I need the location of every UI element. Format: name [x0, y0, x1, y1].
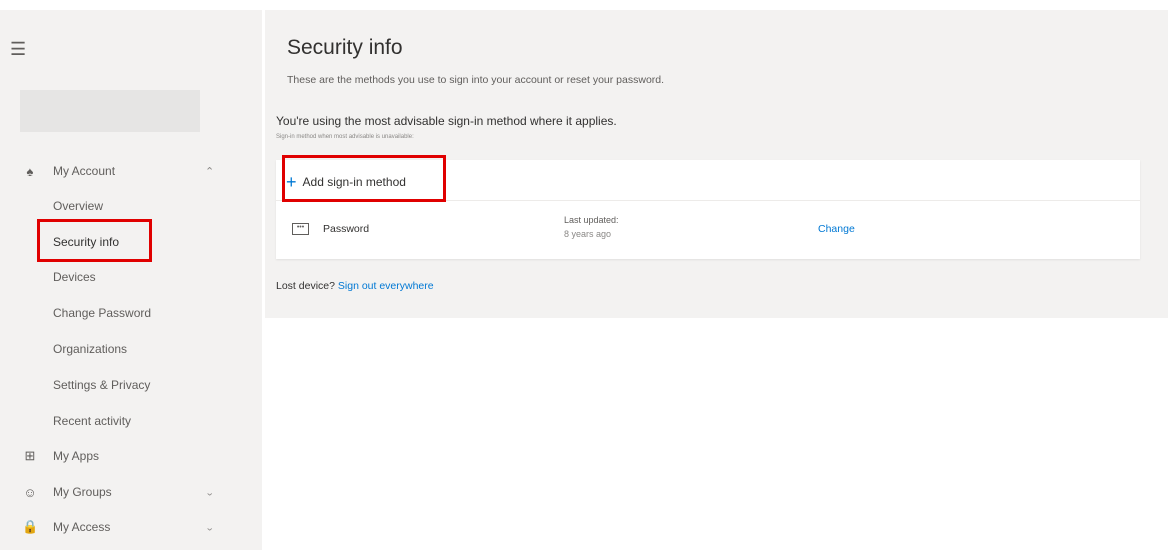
- sidebar: ☰ ♠ My Account ⌃ Overview Security info …: [0, 10, 262, 550]
- page-subtitle: These are the methods you use to sign in…: [287, 74, 665, 86]
- sidebar-item-label: My Account: [53, 164, 116, 178]
- chevron-down-icon[interactable]: ⌄: [205, 522, 214, 533]
- advisable-method-text: You're using the most advisable sign-in …: [276, 114, 617, 128]
- change-link[interactable]: Change: [818, 223, 855, 235]
- sidebar-item-my-access[interactable]: 🔒 My Access ⌄: [0, 513, 262, 541]
- groups-icon: ☺: [23, 484, 37, 500]
- password-icon: •••: [292, 223, 309, 235]
- sidebar-item-label: My Apps: [53, 449, 100, 463]
- person-icon: ♠: [26, 163, 34, 179]
- advisable-method-note: Sign-in method when most advisable is un…: [276, 134, 414, 140]
- sidebar-item-label: My Access: [53, 520, 111, 534]
- sidebar-item-label: Devices: [53, 270, 96, 284]
- sidebar-item-my-account[interactable]: ♠ My Account ⌃: [0, 157, 262, 185]
- apps-grid-icon: ⊞: [24, 448, 36, 463]
- lost-device-prefix: Lost device?: [276, 280, 335, 292]
- hamburger-icon[interactable]: ☰: [10, 40, 26, 58]
- chevron-up-icon[interactable]: ⌃: [205, 165, 214, 178]
- sidebar-item-label: Overview: [53, 199, 104, 213]
- chevron-down-icon[interactable]: ⌄: [205, 487, 214, 498]
- sidebar-item-label: Change Password: [53, 306, 152, 320]
- last-updated-label: Last updated:: [564, 215, 619, 225]
- sidebar-item-devices[interactable]: Devices: [0, 263, 262, 291]
- sidebar-item-overview[interactable]: Overview: [0, 192, 262, 220]
- security-info-highlight: [37, 219, 152, 262]
- lost-device-text: Lost device? Sign out everywhere: [276, 280, 434, 292]
- sidebar-item-settings-privacy[interactable]: Settings & Privacy: [0, 371, 262, 399]
- method-name: Password: [323, 223, 370, 235]
- sidebar-item-label: Settings & Privacy: [53, 378, 151, 392]
- add-method-highlight: [282, 155, 446, 202]
- sidebar-item-my-apps[interactable]: ⊞ My Apps: [0, 442, 262, 470]
- sidebar-item-organizations[interactable]: Organizations: [0, 335, 262, 363]
- lock-icon: 🔒: [22, 519, 39, 534]
- page-title: Security info: [287, 36, 403, 59]
- sidebar-item-label: Recent activity: [53, 414, 132, 428]
- sidebar-item-change-password[interactable]: Change Password: [0, 299, 262, 327]
- account-avatar-area: [20, 90, 200, 132]
- sign-out-everywhere-link[interactable]: Sign out everywhere: [338, 280, 434, 292]
- sidebar-item-label: My Groups: [53, 485, 112, 499]
- sidebar-item-my-groups[interactable]: ☺ My Groups ⌄: [0, 478, 262, 506]
- sidebar-item-label: Organizations: [53, 342, 128, 356]
- method-row: ••• Password Last updated: 8 years ago C…: [276, 212, 1140, 248]
- last-updated-value: 8 years ago: [564, 229, 612, 239]
- sidebar-item-recent-activity[interactable]: Recent activity: [0, 407, 262, 435]
